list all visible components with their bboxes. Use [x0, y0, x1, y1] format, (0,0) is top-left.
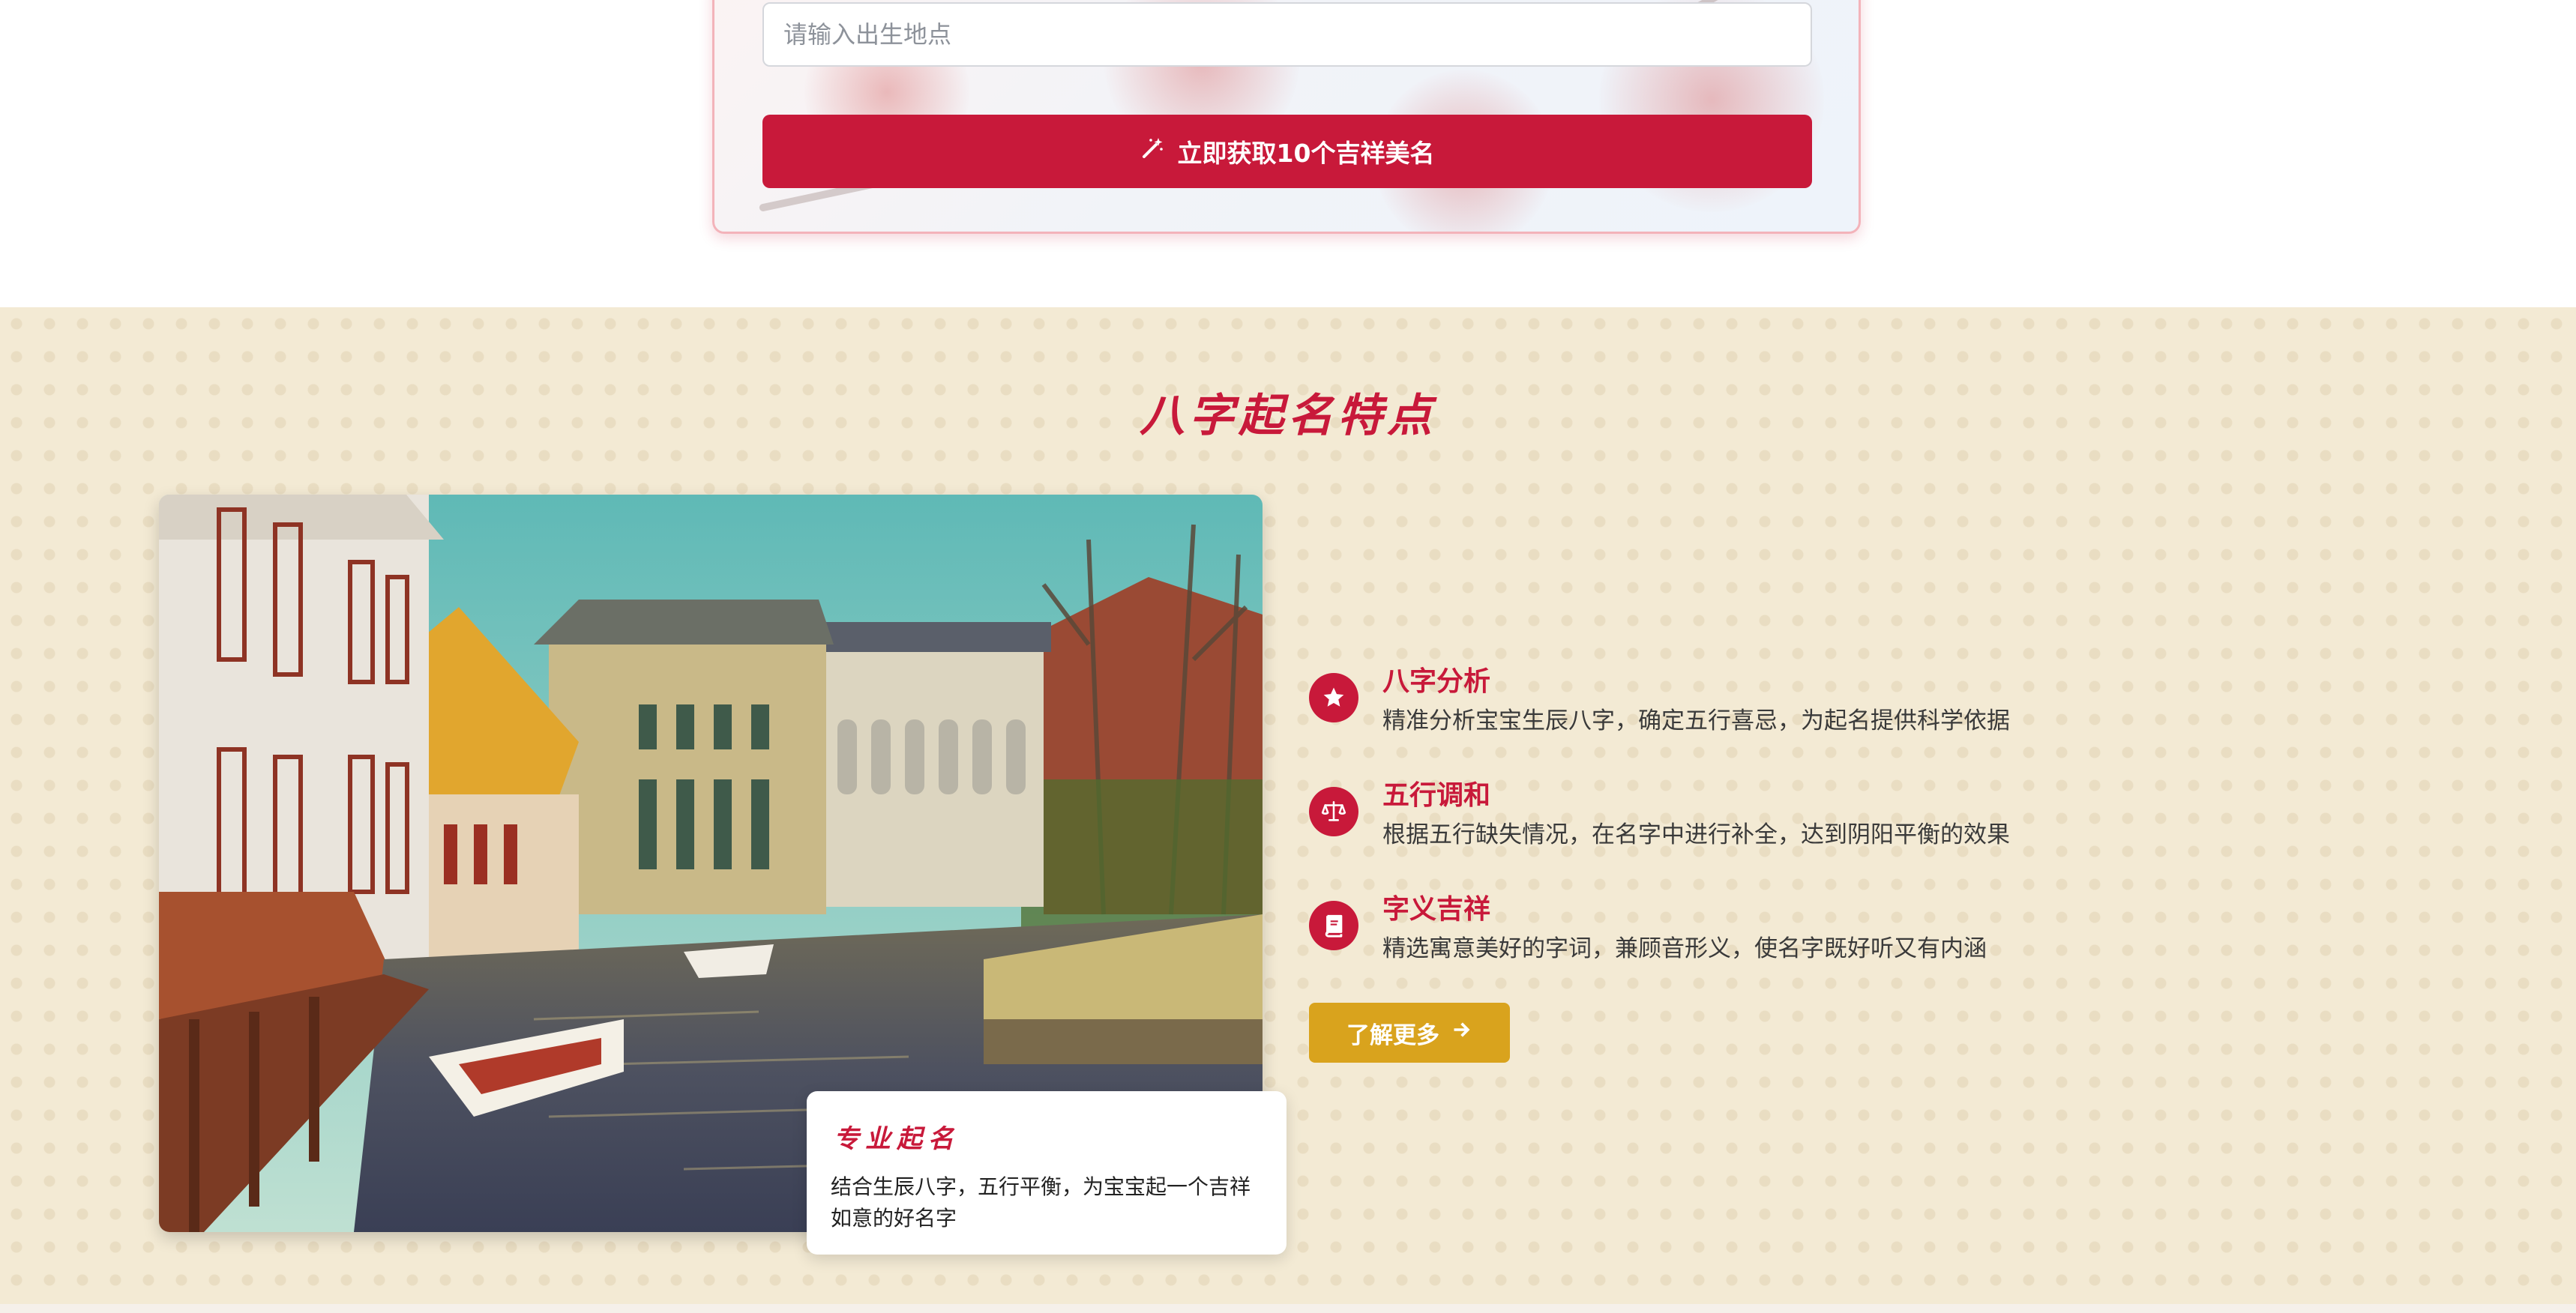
form-section: 立即获取10个吉祥美名 — [0, 0, 2576, 307]
feature-title: 五行调和 — [1382, 780, 1491, 811]
learn-more-button[interactable]: 了解更多 — [1309, 1003, 1510, 1063]
feature-desc: 精准分析宝宝生辰八字，确定五行喜忌，为起名提供科学依据 — [1382, 707, 2010, 734]
feature-item-wuxing: 五行调和 根据五行缺失情况，在名字中进行补全，达到阴阳平衡的效果 — [1309, 773, 2359, 887]
birthplace-input[interactable] — [762, 2, 1812, 67]
overlay-title: 专业起名 — [834, 1124, 960, 1154]
feature-desc: 精选寓意美好的字词，兼顾音形义，使名字既好听又有内涵 — [1382, 935, 1987, 962]
learn-more-label: 了解更多 — [1346, 1021, 1439, 1049]
name-form-card: 立即获取10个吉祥美名 — [712, 0, 1861, 234]
feature-item-meaning: 字义吉祥 精选寓意美好的字词，兼顾音形义，使名字既好听又有内涵 — [1309, 887, 2359, 1001]
arrow-right-icon — [1451, 1019, 1472, 1046]
feature-item-bazi: 八字分析 精准分析宝宝生辰八字，确定五行喜忌，为起名提供科学依据 — [1309, 659, 2359, 773]
overlay-text: 结合生辰八字，五行平衡，为宝宝起一个吉祥如意的好名字 — [831, 1174, 1251, 1231]
star-icon — [1309, 673, 1358, 722]
feature-title: 字义吉祥 — [1382, 894, 1491, 925]
get-names-label: 立即获取10个吉祥美名 — [1177, 139, 1435, 168]
footer-edge — [0, 1304, 2576, 1313]
book-icon — [1309, 901, 1358, 950]
features-section: 八字起名特点 专业起名 结合生辰八字，五行平衡，为宝宝起一个吉祥如意的好名字 八… — [0, 307, 2576, 1304]
feature-list: 八字分析 精准分析宝宝生辰八字，确定五行喜忌，为起名提供科学依据 五行调和 根据… — [1309, 659, 2359, 1001]
feature-desc: 根据五行缺失情况，在名字中进行补全，达到阴阳平衡的效果 — [1382, 821, 2010, 848]
professional-naming-card: 专业起名 结合生辰八字，五行平衡，为宝宝起一个吉祥如意的好名字 — [807, 1091, 1287, 1255]
get-names-button[interactable]: 立即获取10个吉祥美名 — [762, 115, 1812, 188]
balance-scale-icon — [1309, 787, 1358, 836]
section-title: 八字起名特点 — [1140, 390, 1436, 442]
feature-title: 八字分析 — [1382, 666, 1491, 697]
magic-wand-icon — [1140, 136, 1164, 166]
